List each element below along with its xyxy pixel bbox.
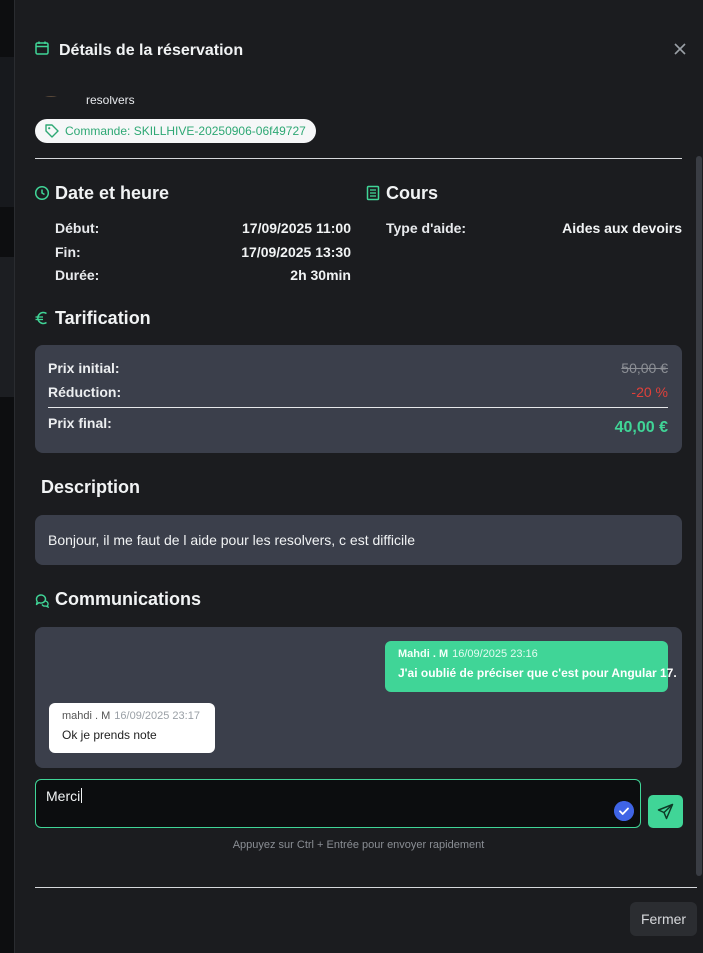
final-price-label: Prix final: bbox=[48, 415, 112, 431]
order-number: Commande: SKILLHIVE-20250906-06f49727 bbox=[65, 124, 306, 138]
description-section-title: Description bbox=[41, 477, 141, 497]
backdrop-panel bbox=[0, 57, 14, 207]
message-input-value[interactable]: Merci bbox=[46, 788, 83, 804]
message-text: Ok je prends note bbox=[62, 728, 157, 742]
message-text: J'ai oublié de préciser que c'est pour A… bbox=[398, 666, 677, 680]
order-badge: Commande: SKILLHIVE-20250906-06f49727 bbox=[35, 119, 316, 143]
scrollbar-thumb[interactable] bbox=[696, 156, 702, 876]
text-caret bbox=[81, 788, 83, 803]
start-value: 17/09/2025 11:00 bbox=[242, 220, 351, 236]
messages-panel[interactable]: Mahdi . M 16/09/2025 23:16 J'ai oublié de… bbox=[35, 627, 682, 768]
end-label: Fin: bbox=[55, 244, 81, 260]
chat-icon bbox=[35, 594, 50, 608]
duration-value: 2h 30min bbox=[290, 267, 351, 283]
initial-price-label: Prix initial: bbox=[48, 360, 120, 376]
send-button[interactable] bbox=[648, 795, 683, 828]
book-icon bbox=[366, 185, 380, 201]
send-icon bbox=[657, 803, 674, 820]
message-author: mahdi . M bbox=[62, 710, 111, 722]
close-icon[interactable] bbox=[669, 38, 691, 60]
date-section-title: Date et heure bbox=[55, 183, 170, 203]
price-divider bbox=[48, 407, 668, 408]
booking-details-modal: Détails de la réservation resolvers Comm… bbox=[14, 0, 703, 953]
message-input[interactable]: Merci bbox=[35, 779, 641, 828]
discount-value: -20 % bbox=[631, 384, 668, 400]
clock-icon bbox=[34, 185, 50, 201]
message-outgoing: Mahdi . M 16/09/2025 23:16 J'ai oublié de… bbox=[385, 641, 677, 692]
modal-body[interactable]: resolvers Commande: SKILLHIVE-20250906-0… bbox=[15, 96, 703, 872]
avatar bbox=[45, 96, 57, 97]
help-type-value: Aides aux devoirs bbox=[562, 220, 682, 236]
tag-icon bbox=[45, 124, 59, 138]
partner-name: resolvers bbox=[86, 96, 135, 107]
help-type-label: Type d'aide: bbox=[386, 220, 467, 236]
description-card: Bonjour, il me faut de l aide pour les r… bbox=[35, 515, 682, 565]
modal-title: Détails de la réservation bbox=[59, 42, 244, 59]
message-incoming: mahdi . M 16/09/2025 23:17 Ok je prends n… bbox=[49, 703, 215, 753]
backdrop-panel bbox=[0, 257, 14, 397]
communications-section-title: Communications bbox=[55, 589, 202, 609]
euro-icon bbox=[35, 311, 47, 325]
pricing-card: Prix initial: 50,00 € Réduction: -20 % P… bbox=[35, 345, 682, 453]
grammar-check-icon[interactable] bbox=[614, 801, 634, 821]
end-value: 17/09/2025 13:30 bbox=[241, 244, 351, 260]
pricing-section-title: Tarification bbox=[55, 308, 151, 328]
modal-header: Détails de la réservation bbox=[15, 0, 703, 96]
message-time: 16/09/2025 23:16 bbox=[452, 648, 538, 660]
initial-price-value: 50,00 € bbox=[621, 360, 668, 376]
course-section-title: Cours bbox=[386, 183, 439, 203]
close-button[interactable]: Fermer bbox=[630, 902, 697, 936]
final-price-value: 40,00 € bbox=[614, 419, 668, 436]
keyboard-hint: Appuyez sur Ctrl + Entrée pour envoyer r… bbox=[232, 839, 485, 851]
description-text: Bonjour, il me faut de l aide pour les r… bbox=[48, 532, 416, 548]
discount-label: Réduction: bbox=[48, 384, 122, 400]
calendar-icon bbox=[35, 41, 49, 55]
footer-divider bbox=[35, 887, 697, 888]
scrollbar[interactable] bbox=[695, 96, 703, 876]
start-label: Début: bbox=[55, 220, 100, 236]
message-time: 16/09/2025 23:17 bbox=[114, 710, 200, 722]
message-author: Mahdi . M bbox=[398, 648, 449, 660]
duration-label: Durée: bbox=[55, 267, 100, 283]
divider bbox=[35, 158, 682, 159]
